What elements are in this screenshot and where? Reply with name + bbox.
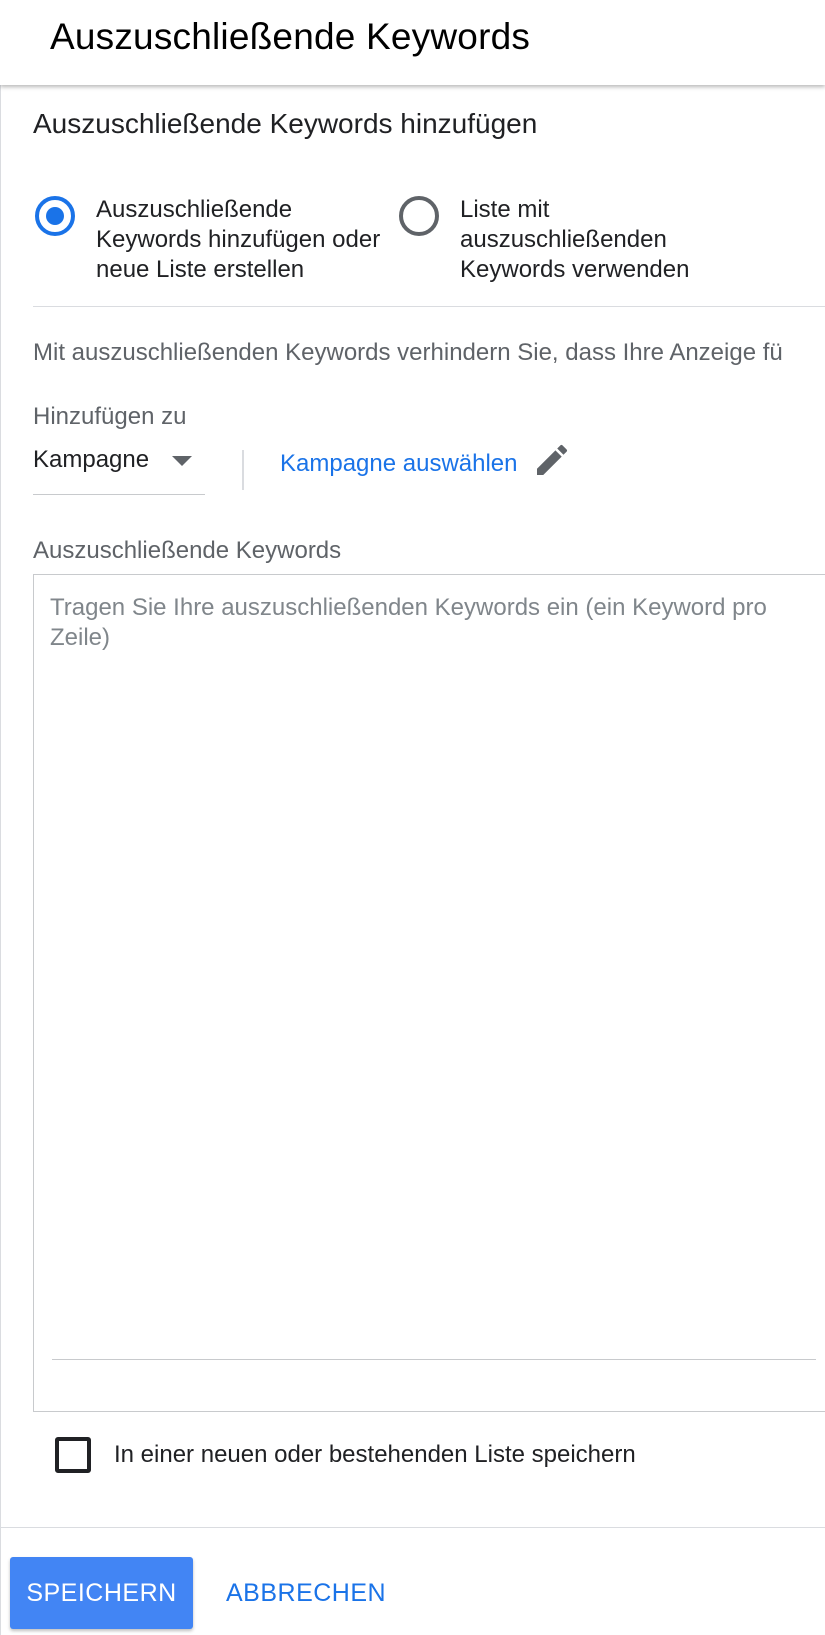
save-to-list-option[interactable]: In einer neuen oder bestehenden Liste sp… [55,1437,636,1473]
keywords-textarea[interactable] [50,593,810,1353]
section-divider [33,306,825,307]
footer-divider [0,1527,825,1528]
radio-option-use-list[interactable]: Liste mit auszuschließenden Keywords ver… [399,196,710,285]
page-title: Auszuschließende Keywords [50,16,531,57]
add-to-dropdown[interactable]: Kampagne [33,442,205,495]
save-button[interactable]: SPEICHERN [10,1557,193,1629]
select-campaign-link[interactable]: Kampagne auswählen [280,444,572,480]
radio-option-add-or-create[interactable]: Auszuschließende Keywords hinzufügen ode… [35,196,396,285]
vertical-separator [242,450,244,490]
panel-left-border [0,0,1,1635]
keywords-field-label: Auszuschließende Keywords [33,537,342,564]
section-title: Auszuschließende Keywords hinzufügen [33,108,538,139]
cancel-button[interactable]: ABBRECHEN [226,1557,394,1629]
negative-keywords-panel: Auszuschließende Keywords Auszuschließen… [0,0,825,1635]
radio-label-add-or-create: Auszuschließende Keywords hinzufügen ode… [96,196,381,283]
add-to-dropdown-value: Kampagne [33,446,150,473]
keywords-textarea-box [33,574,825,1412]
select-campaign-label: Kampagne auswählen [280,450,518,477]
radio-button-selected[interactable] [35,196,75,236]
description-text: Mit auszuschließenden Keywords verhinder… [33,339,783,366]
save-to-list-checkbox[interactable] [55,1437,91,1473]
radio-button-unselected[interactable] [399,196,439,236]
caret-down-icon [172,456,192,466]
save-to-list-label: In einer neuen oder bestehenden Liste sp… [114,1441,636,1468]
textarea-underline [52,1359,816,1360]
panel-header: Auszuschließende Keywords [0,0,825,85]
radio-label-use-list: Liste mit auszuschließenden Keywords ver… [460,196,690,283]
pencil-icon[interactable] [532,440,572,480]
add-to-label: Hinzufügen zu [33,403,187,430]
